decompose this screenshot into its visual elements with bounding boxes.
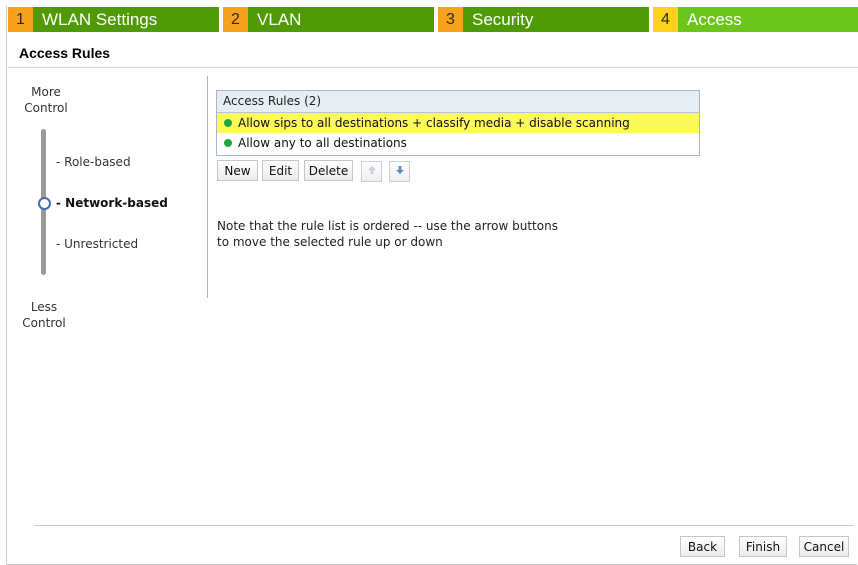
option-network-based[interactable]: - Network-based — [56, 196, 168, 210]
access-rules-table: Access Rules (2) Allow sips to all desti… — [216, 90, 700, 156]
title-divider — [8, 67, 858, 68]
status-dot-icon — [224, 139, 232, 147]
delete-button[interactable]: Delete — [304, 160, 353, 181]
access-level-slider-handle[interactable] — [38, 197, 51, 210]
step-label: WLAN Settings — [42, 10, 158, 29]
edit-button[interactable]: Edit — [262, 160, 299, 181]
step-number: 4 — [653, 7, 678, 32]
back-button[interactable]: Back — [680, 536, 725, 557]
step-access[interactable]: 4 Access — [653, 7, 858, 32]
rule-text: Allow sips to all destinations + classif… — [238, 116, 630, 130]
rule-text: Allow any to all destinations — [238, 136, 407, 150]
table-header: Access Rules (2) — [217, 91, 699, 113]
step-number: 2 — [223, 7, 248, 32]
footer-divider — [34, 525, 854, 526]
move-up-button[interactable] — [361, 161, 382, 182]
option-role-based[interactable]: - Role-based — [56, 155, 131, 169]
table-row[interactable]: Allow any to all destinations — [217, 133, 699, 153]
step-vlan[interactable]: 2 VLAN — [223, 7, 434, 32]
finish-button[interactable]: Finish — [739, 536, 787, 557]
arrow-up-icon — [367, 166, 376, 174]
wizard-steps: 1 WLAN Settings 2 VLAN 3 Security 4 Acce… — [8, 7, 858, 32]
option-unrestricted[interactable]: - Unrestricted — [56, 237, 138, 251]
new-button[interactable]: New — [217, 160, 258, 181]
less-control-label: Less Control — [22, 300, 66, 330]
status-dot-icon — [224, 119, 232, 127]
step-wlan-settings[interactable]: 1 WLAN Settings — [8, 7, 219, 32]
more-control-label: More Control — [24, 85, 68, 115]
step-number: 1 — [8, 7, 33, 32]
step-label: Security — [472, 10, 534, 29]
step-label: VLAN — [257, 10, 302, 29]
arrow-down-icon — [395, 166, 404, 174]
step-security[interactable]: 3 Security — [438, 7, 649, 32]
ordering-note: Note that the rule list is ordered -- us… — [217, 219, 558, 249]
step-label: Access — [687, 10, 742, 29]
move-down-button[interactable] — [389, 161, 410, 182]
table-row[interactable]: Allow sips to all destinations + classif… — [217, 113, 699, 133]
panel-divider — [207, 76, 208, 298]
step-number: 3 — [438, 7, 463, 32]
page-title: Access Rules — [19, 45, 111, 61]
cancel-button[interactable]: Cancel — [799, 536, 849, 557]
